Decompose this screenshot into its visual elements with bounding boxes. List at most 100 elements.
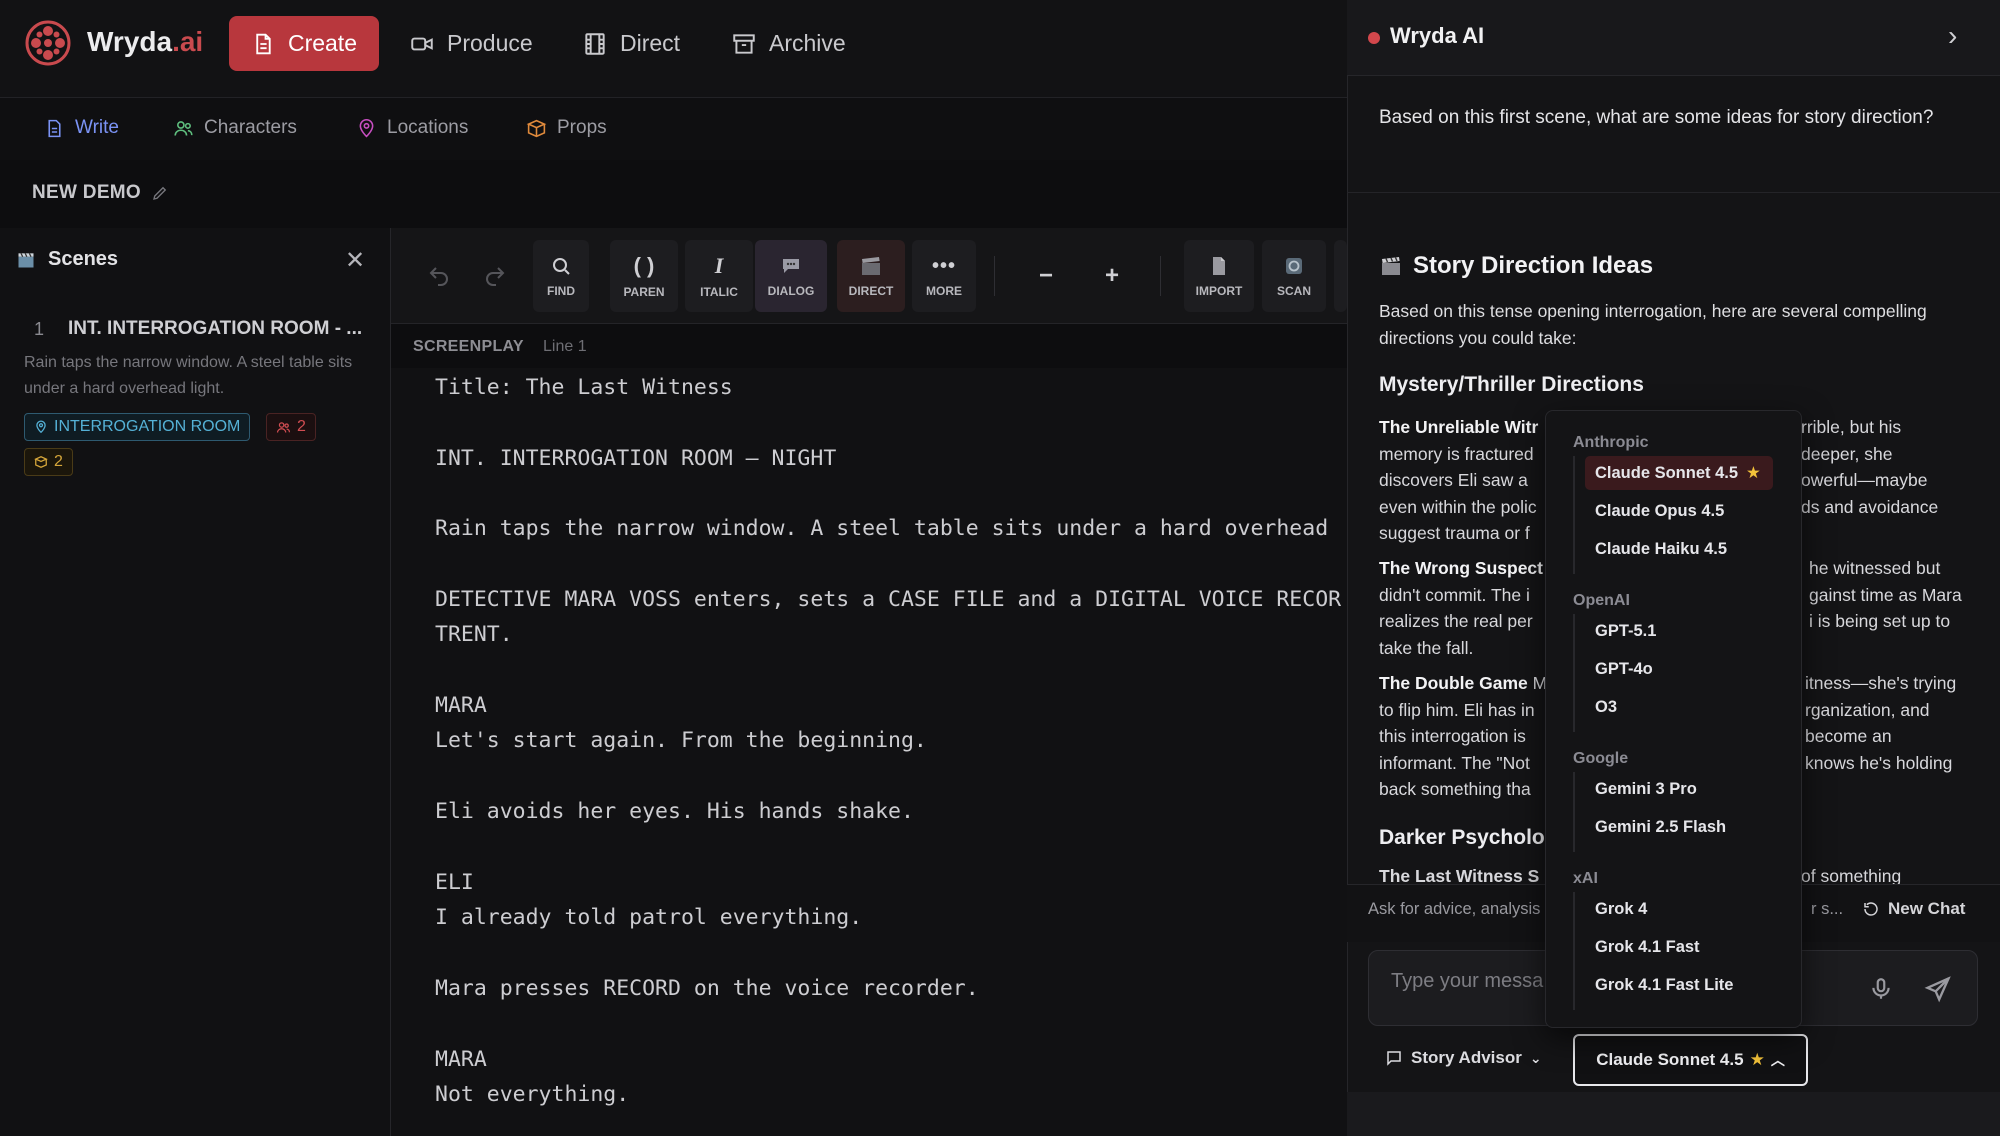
archive-box-icon [733, 33, 755, 54]
response-section-heading: Darker Psycholo [1379, 826, 1545, 849]
model-selector-button[interactable]: Claude Sonnet 4.5 ★ ︿ [1573, 1034, 1808, 1086]
clapperboard-icon [18, 252, 34, 267]
ellipsis-icon: ••• [931, 254, 956, 277]
chat-input-placeholder[interactable]: Type your messa [1391, 970, 1543, 993]
tab-characters[interactable]: Characters [173, 117, 297, 139]
direct-button[interactable]: DIRECT [837, 240, 905, 312]
film-icon [585, 32, 605, 55]
box-icon [34, 456, 48, 468]
toolbar-overflow-button[interactable] [1334, 240, 1347, 312]
film-reel-logo-icon[interactable] [24, 19, 72, 67]
ai-status-dot [1368, 32, 1380, 44]
script-line-action[interactable]: Mara presses RECORD on the voice recorde… [435, 976, 979, 1001]
model-option-claude-haiku[interactable]: Claude Haiku 4.5 [1585, 532, 1773, 566]
script-line-action[interactable]: Rain taps the narrow window. A steel tab… [435, 516, 1328, 541]
model-option-gemini-2-5-flash[interactable]: Gemini 2.5 Flash [1585, 810, 1773, 844]
response-heading: Story Direction Ideas [1379, 252, 1653, 280]
script-line-action[interactable]: TRENT. [435, 622, 513, 647]
chevron-up-icon: ︿ [1770, 1052, 1785, 1068]
more-button[interactable]: ••• MORE [912, 240, 976, 312]
tab-write[interactable]: Write [44, 117, 119, 139]
scenes-header: Scenes [16, 248, 118, 271]
advisor-mode-selector[interactable]: Story Advisor ⌄ [1385, 1048, 1542, 1068]
script-line-title[interactable]: Title: The Last Witness [435, 375, 733, 400]
tab-props[interactable]: Props [526, 117, 607, 139]
send-icon[interactable] [1924, 975, 1952, 1003]
italic-button[interactable]: I ITALIC [685, 240, 753, 312]
model-option-gpt-4o[interactable]: GPT-4o [1585, 652, 1773, 686]
users-icon [174, 120, 193, 136]
undo-icon [429, 267, 448, 286]
model-option-gpt-5-1[interactable]: GPT-5.1 [1585, 614, 1773, 648]
new-chat-button[interactable]: New Chat [1862, 899, 1965, 919]
model-option-grok-4-1-fast[interactable]: Grok 4.1 Fast [1585, 930, 1773, 964]
idea-paragraph-right: he witnessed but gainst time as Mara i is … [1809, 558, 1962, 631]
close-scenes-icon[interactable]: ✕ [345, 246, 365, 275]
script-line-dialogue[interactable]: I already told patrol everything. [435, 905, 862, 930]
video-camera-icon [411, 37, 433, 50]
search-icon [553, 258, 570, 275]
refresh-icon [1864, 902, 1878, 916]
zoom-out-button[interactable]: − [1014, 240, 1078, 312]
scene-location-badge[interactable]: INTERROGATION ROOM [24, 413, 251, 441]
script-line-dialogue[interactable]: Not everything. [435, 1082, 629, 1107]
user-message: Based on this first scene, what are some… [1379, 107, 1934, 128]
model-option-grok-4-1-fast-lite[interactable]: Grok 4.1 Fast Lite [1585, 968, 1773, 1002]
paren-button[interactable]: ( ) PAREN [610, 240, 678, 312]
script-line-action[interactable]: Eli avoids her eyes. His hands shake. [435, 799, 914, 824]
zoom-in-button[interactable]: + [1080, 240, 1144, 312]
script-line-dialogue[interactable]: Let's start again. From the beginning. [435, 728, 927, 753]
model-option-o3[interactable]: O3 [1585, 690, 1773, 724]
ai-hint-text-right: r s... [1811, 900, 1844, 918]
model-option-claude-opus[interactable]: Claude Opus 4.5 [1585, 494, 1773, 528]
file-icon [48, 119, 61, 137]
chevron-down-icon: ⌄ [1529, 1049, 1542, 1066]
script-line-action[interactable]: DETECTIVE MARA VOSS enters, sets a CASE … [435, 587, 1341, 612]
script-line-character[interactable]: ELI [435, 870, 474, 895]
redo-button[interactable] [461, 240, 529, 312]
box-icon [526, 119, 547, 137]
tab-locations[interactable]: Locations [356, 117, 468, 139]
response-section-heading: Mystery/Thriller Directions [1379, 373, 1644, 396]
find-button[interactable]: FIND [533, 240, 589, 312]
nav-create-button[interactable]: Create [229, 16, 379, 71]
scene-description: Rain taps the narrow window. A steel tab… [24, 354, 353, 397]
nav-produce-button[interactable]: Produce [387, 16, 555, 71]
scene-number: 1 [34, 319, 45, 339]
project-title[interactable]: NEW DEMO [32, 182, 169, 204]
pencil-icon[interactable] [151, 184, 169, 202]
speech-bubble-icon [783, 259, 799, 273]
provider-label-xai: xAI [1573, 870, 1598, 887]
star-icon: ★ [1746, 464, 1761, 482]
scene-heading[interactable]: INT. INTERROGATION ROOM - ... [68, 318, 362, 340]
import-button[interactable]: IMPORT [1184, 240, 1254, 312]
dialog-button[interactable]: DIALOG [755, 240, 827, 312]
cursor-line-indicator: Line 1 [543, 338, 587, 355]
provider-rail [1573, 456, 1575, 574]
model-option-gemini-3-pro[interactable]: Gemini 3 Pro [1585, 772, 1773, 806]
toolbar-divider [1160, 256, 1161, 296]
model-option-grok-4[interactable]: Grok 4 [1585, 892, 1773, 926]
scene-props-badge[interactable]: 2 [24, 448, 73, 476]
script-line-character[interactable]: MARA [435, 1047, 487, 1072]
ai-hint-text: Ask for advice, analysis [1368, 900, 1541, 918]
map-pin-icon [359, 118, 374, 137]
clapperboard-icon [862, 257, 880, 275]
provider-label-openai: OpenAI [1573, 592, 1630, 609]
model-option-claude-sonnet[interactable]: Claude Sonnet 4.5 ★ [1585, 456, 1773, 490]
ai-panel-title: Wryda AI [1390, 23, 1485, 48]
nav-archive-button[interactable]: Archive [709, 16, 868, 71]
scan-button[interactable]: SCAN [1262, 240, 1326, 312]
scan-icon [1286, 258, 1302, 274]
script-line-character[interactable]: MARA [435, 693, 487, 718]
app-logo-text[interactable]: Wryda.ai [87, 26, 203, 58]
scene-characters-badge[interactable]: 2 [266, 413, 316, 441]
idea-paragraph-cut-right: of something [1801, 866, 1902, 886]
provider-label-google: Google [1573, 750, 1629, 767]
microphone-icon[interactable] [1868, 975, 1894, 1003]
provider-rail [1573, 892, 1575, 1010]
script-line-scene-heading[interactable]: INT. INTERROGATION ROOM – NIGHT [435, 446, 836, 471]
nav-direct-button[interactable]: Direct [560, 16, 702, 71]
italic-icon: I [714, 253, 724, 278]
collapse-panel-chevron-icon[interactable]: › [1948, 20, 1957, 52]
